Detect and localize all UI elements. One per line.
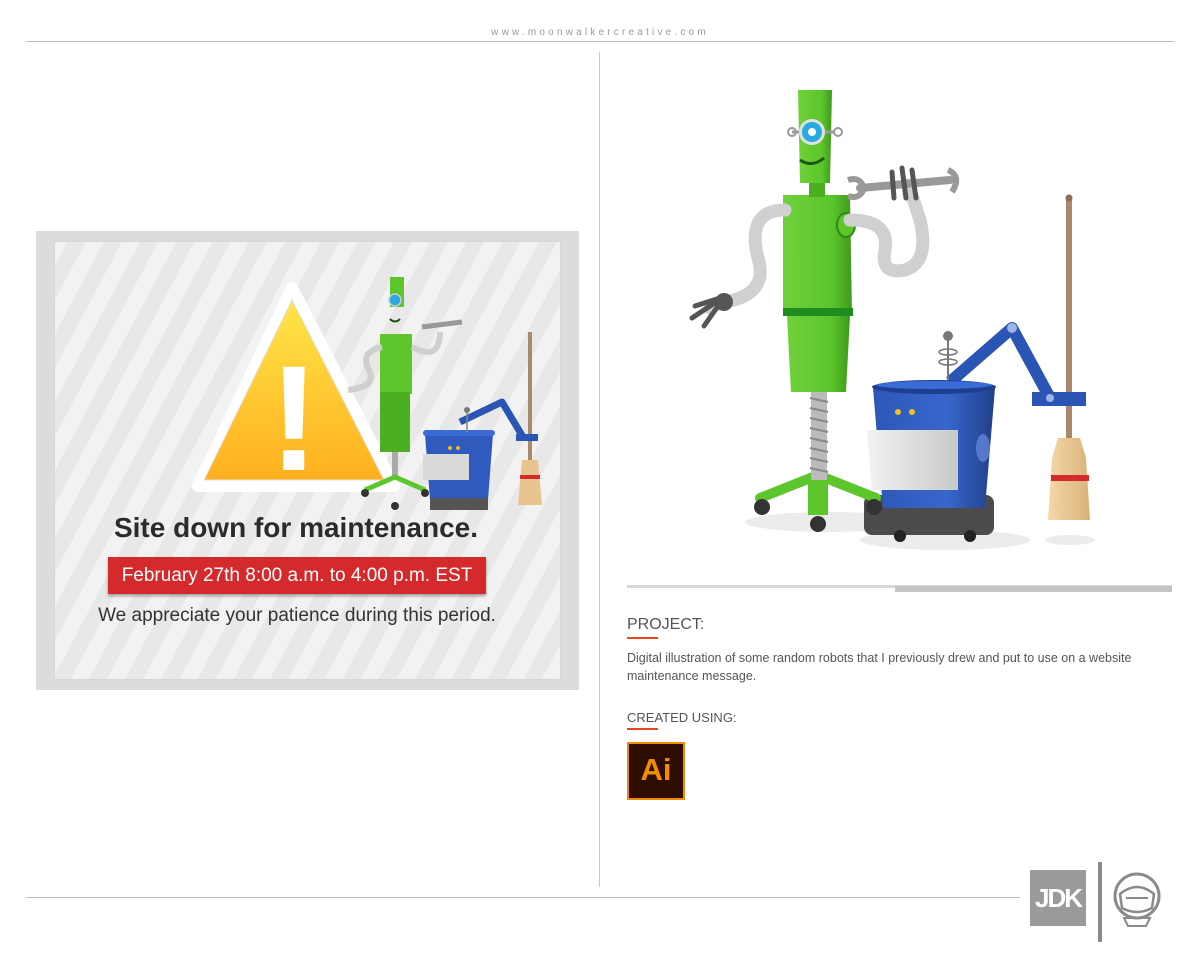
- patience-message: We appreciate your patience during this …: [98, 605, 496, 626]
- project-underline: [627, 637, 658, 639]
- bottom-rule: [26, 897, 1020, 898]
- project-label: PROJECT:: [627, 616, 705, 633]
- top-rule: [26, 41, 1174, 42]
- site-url[interactable]: www.moonwalkercreative.com: [0, 27, 1200, 38]
- logo-divider: [1098, 862, 1102, 942]
- astronaut-helmet-icon: [1113, 872, 1161, 927]
- card-robot-illustration: [347, 277, 542, 510]
- maintenance-title: Site down for maintenance.: [113, 512, 479, 543]
- project-description: Digital illustration of some random robo…: [627, 651, 1132, 683]
- jdk-logo: JDK: [1030, 870, 1086, 926]
- robots-illustration: [689, 90, 1095, 550]
- section-rule-accent: [895, 586, 1172, 592]
- maintenance-date-banner: February 27th 8:00 a.m. to 4:00 p.m. EST: [108, 557, 486, 594]
- illustrator-icon: Ai: [627, 742, 685, 800]
- warning-exclamation: !: [269, 334, 319, 495]
- created-using-label: CREATED USING:: [627, 710, 737, 725]
- created-using-underline: [627, 728, 658, 730]
- column-divider: [599, 52, 600, 887]
